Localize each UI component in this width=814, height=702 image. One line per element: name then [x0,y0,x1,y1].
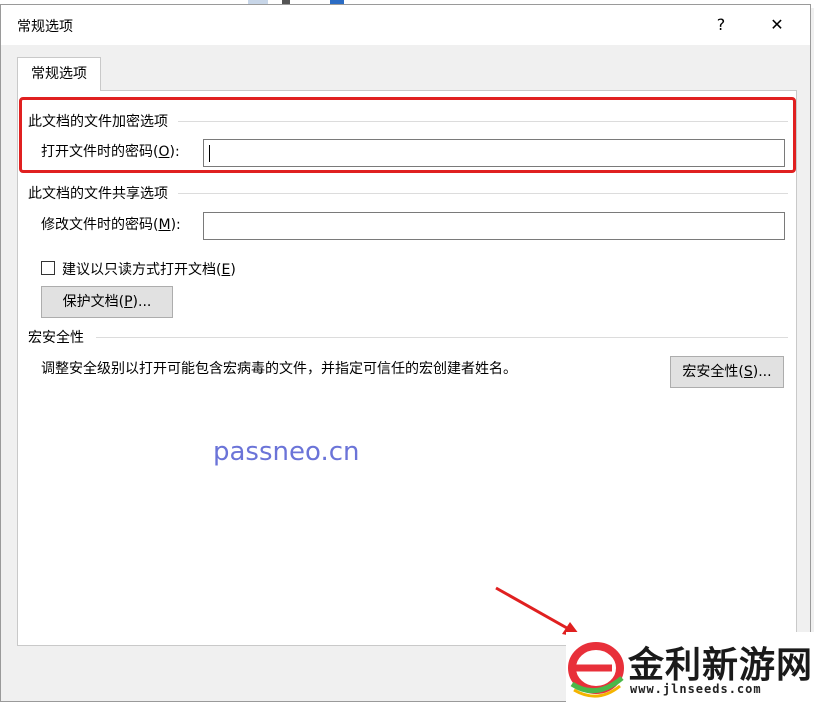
modify-password-text: 修改文件时的密码( [41,217,159,233]
modify-password-suffix: ): [170,217,181,233]
help-button[interactable]: ? [707,12,735,38]
logo-title: 金利新游网 [628,644,814,686]
macro-security-button[interactable]: 宏安全性(S)... [670,356,784,388]
modify-password-accelerator: M [158,217,171,233]
macro-section-title: 宏安全性 [28,327,788,347]
section-divider [96,337,788,338]
sharing-section-label: 此文档的文件共享选项 [28,186,168,202]
protect-button-text: 保护文档( [62,294,125,310]
macro-section-label: 宏安全性 [28,330,84,346]
protect-button-suffix: )... [132,294,152,310]
readonly-suffix: ) [230,262,236,278]
readonly-accelerator: E [221,262,231,278]
dialog-title: 常规选项 [17,19,73,35]
arrow-shaft [495,586,575,634]
modify-password-label: 修改文件时的密码(M): [41,214,181,234]
highlight-box [19,97,796,173]
tab-label: 常规选项 [31,66,87,82]
readonly-label[interactable]: 建议以只读方式打开文档(E) [62,259,236,279]
watermark-text: passneo.cn [213,437,360,467]
modify-password-input[interactable] [203,212,785,240]
tab-general-options[interactable]: 常规选项 [17,57,101,91]
macro-button-accelerator: S [743,364,753,380]
macro-button-text: 宏安全性( [682,364,744,380]
macro-button-suffix: )... [752,364,772,380]
protect-button-accelerator: P [124,294,133,310]
readonly-text: 建议以只读方式打开文档( [62,262,222,278]
sharing-section-title: 此文档的文件共享选项 [28,183,788,203]
readonly-checkbox[interactable] [41,261,55,275]
e-logo-icon [568,642,624,698]
macro-description: 调整安全级别以打开可能包含宏病毒的文件，并指定可信任的宏创建者姓名。 [41,361,517,377]
protect-document-button[interactable]: 保护文档(P)... [41,286,173,318]
section-divider [178,193,788,194]
tab-panel: 此文档的文件加密选项 打开文件时的密码(O): 此文档的文件共享选项 修改文件时… [17,90,797,646]
close-button[interactable]: ✕ [763,12,791,38]
site-logo: 金利新游网 www.jlnseeds.com [566,632,814,702]
title-bar: 常规选项 ? ✕ [1,5,810,45]
logo-url: www.jlnseeds.com [630,682,762,696]
